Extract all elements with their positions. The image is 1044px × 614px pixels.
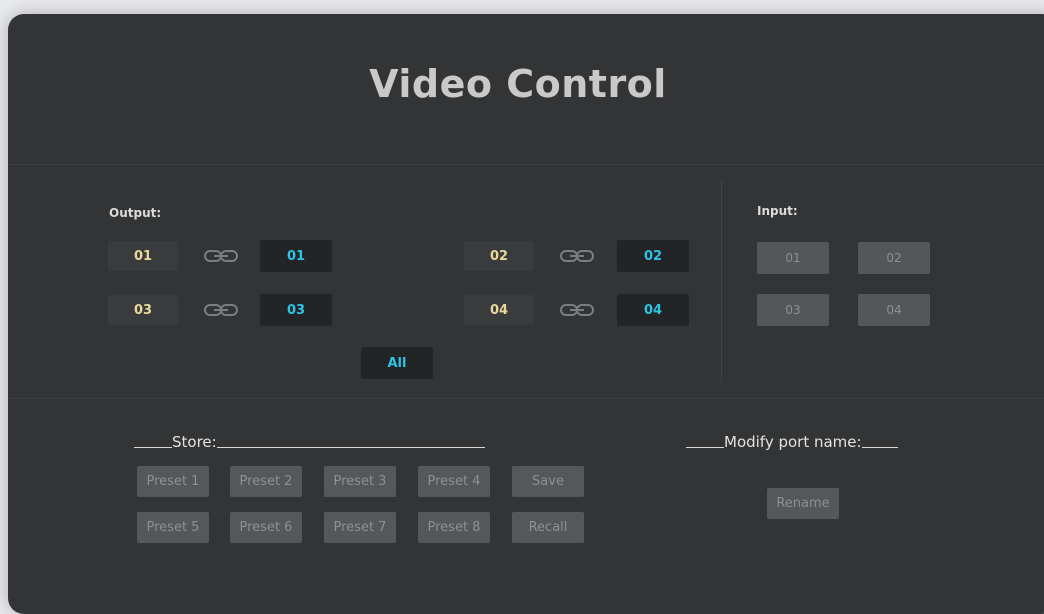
input-03-button[interactable]: 03: [757, 294, 829, 326]
video-control-panel: Video Control Output: 01 01 02 02 03 03 …: [8, 14, 1044, 614]
store-header-rule: [216, 447, 485, 448]
output-03-input-select[interactable]: 03: [260, 294, 332, 326]
preset-7-button[interactable]: Preset 7: [324, 512, 396, 543]
input-02-button[interactable]: 02: [858, 242, 930, 274]
input-01-button[interactable]: 01: [757, 242, 829, 274]
output-01-box[interactable]: 01: [108, 241, 178, 271]
modify-header-rule: [686, 447, 724, 448]
input-04-button[interactable]: 04: [858, 294, 930, 326]
store-header-rule: [134, 447, 172, 448]
divider-bottom: [8, 398, 1044, 399]
page-title: Video Control: [369, 62, 667, 106]
output-04-box[interactable]: 04: [464, 295, 534, 325]
preset-2-button[interactable]: Preset 2: [230, 466, 302, 497]
save-button[interactable]: Save: [512, 466, 584, 497]
output-01-input-select[interactable]: 01: [260, 240, 332, 272]
store-label: Store:: [172, 433, 217, 451]
output-04-input-select[interactable]: 04: [617, 294, 689, 326]
preset-4-button[interactable]: Preset 4: [418, 466, 490, 497]
output-label: Output:: [109, 206, 162, 220]
divider-vertical: [721, 180, 722, 382]
output-02-box[interactable]: 02: [464, 241, 534, 271]
divider-top: [8, 164, 1044, 165]
link-icon[interactable]: [204, 302, 238, 318]
preset-1-button[interactable]: Preset 1: [137, 466, 209, 497]
link-icon[interactable]: [204, 248, 238, 264]
preset-6-button[interactable]: Preset 6: [230, 512, 302, 543]
link-icon[interactable]: [560, 302, 594, 318]
modify-port-label: Modify port name:: [724, 433, 862, 451]
preset-8-button[interactable]: Preset 8: [418, 512, 490, 543]
link-icon[interactable]: [560, 248, 594, 264]
modify-port-header: Modify port name:: [686, 433, 898, 451]
modify-header-rule: [861, 447, 898, 448]
output-02-input-select[interactable]: 02: [617, 240, 689, 272]
output-03-box[interactable]: 03: [108, 295, 178, 325]
preset-5-button[interactable]: Preset 5: [137, 512, 209, 543]
recall-button[interactable]: Recall: [512, 512, 584, 543]
preset-3-button[interactable]: Preset 3: [324, 466, 396, 497]
store-header: Store:: [134, 433, 485, 451]
input-label: Input:: [757, 204, 798, 218]
rename-button[interactable]: Rename: [767, 488, 839, 519]
all-button[interactable]: All: [361, 347, 433, 379]
